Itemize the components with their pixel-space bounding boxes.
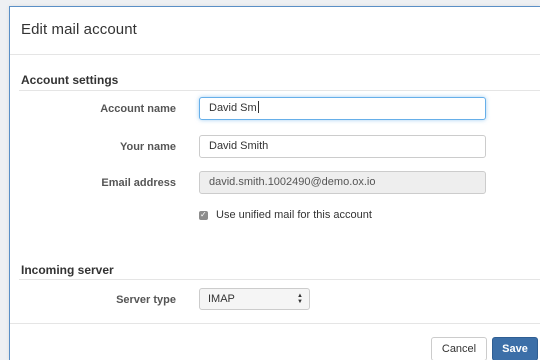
email-address-value: david.smith.1002490@demo.ox.io: [209, 176, 376, 188]
unified-mail-option[interactable]: ✓ Use unified mail for this account: [199, 208, 372, 222]
footer-divider: [10, 323, 540, 324]
incoming-server-heading: Incoming server: [21, 263, 114, 277]
dialog-title: Edit mail account: [21, 21, 137, 38]
edit-mail-account-dialog: Edit mail account Account settings Accou…: [9, 6, 540, 360]
page-background: Edit mail account Account settings Accou…: [0, 0, 540, 360]
account-name-value: David Sm: [209, 102, 257, 114]
email-address-field: david.smith.1002490@demo.ox.io: [199, 171, 486, 194]
text-cursor: [257, 101, 259, 113]
unified-mail-checkbox[interactable]: ✓: [199, 209, 208, 220]
your-name-label: Your name: [119, 141, 176, 153]
server-type-select[interactable]: IMAP ▲ ▼: [199, 288, 310, 310]
account-name-input[interactable]: David Sm: [199, 97, 486, 120]
your-name-input[interactable]: David Smith: [199, 135, 486, 158]
account-settings-heading: Account settings: [21, 73, 119, 87]
unified-mail-label: Use unified mail for this account: [216, 209, 372, 221]
your-name-value: David Smith: [209, 140, 269, 152]
email-address-label: Email address: [101, 177, 176, 189]
incoming-server-divider: [19, 279, 540, 280]
checkmark-icon: ✓: [200, 209, 207, 219]
account-settings-divider: [19, 90, 540, 91]
save-button[interactable]: Save: [492, 337, 538, 360]
updown-arrows-icon: ▲ ▼: [297, 293, 303, 305]
account-name-label: Account name: [100, 103, 176, 115]
server-type-label: Server type: [116, 294, 176, 306]
server-type-value: IMAP: [208, 293, 235, 305]
cancel-button[interactable]: Cancel: [431, 337, 487, 360]
dialog-header: Edit mail account: [10, 7, 540, 55]
